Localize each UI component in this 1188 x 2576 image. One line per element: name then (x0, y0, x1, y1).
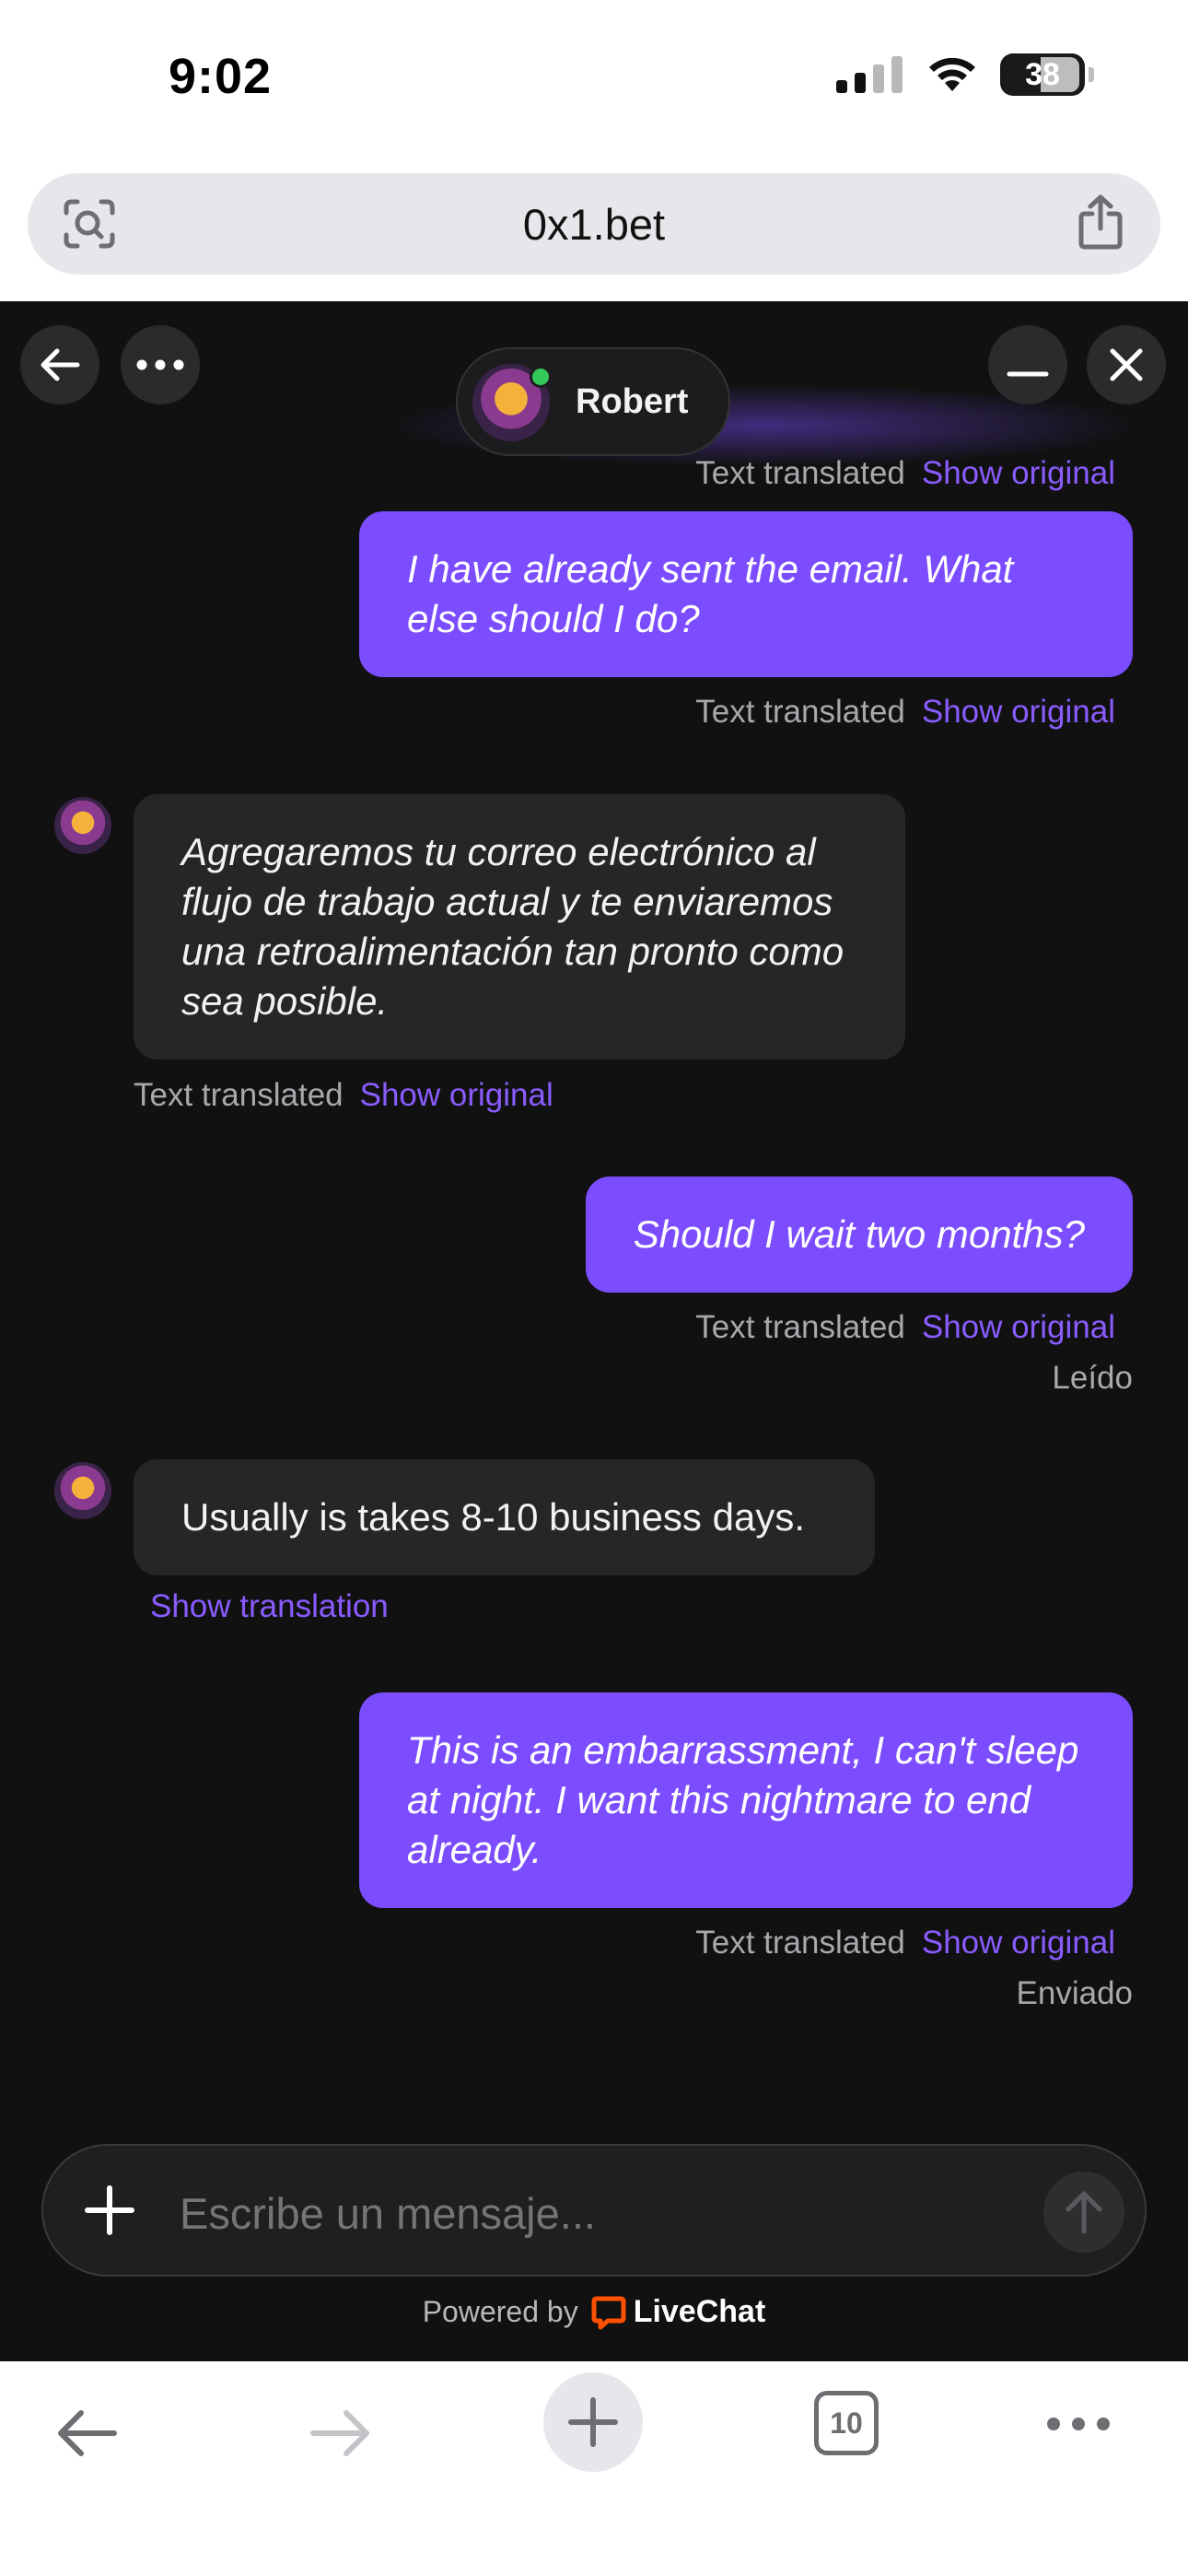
outgoing-message: This is an embarrassment, I can't sleep … (359, 1692, 1133, 1908)
back-button[interactable] (53, 2406, 120, 2461)
url-text[interactable]: 0x1.bet (28, 199, 1160, 250)
powered-by-label: Powered by (422, 2295, 578, 2328)
message-meta: Text translated Show original (695, 1925, 1115, 1961)
powered-by[interactable]: Powered by LiveChat (0, 2294, 1188, 2330)
show-original-link[interactable]: Show original (360, 1077, 553, 1113)
livechat-logo-icon (591, 2296, 626, 2329)
battery-level: 38 (1025, 56, 1060, 92)
show-original-link[interactable]: Show original (922, 455, 1115, 491)
chat-more-button[interactable] (121, 325, 200, 404)
message-meta: Text translated Show original (695, 455, 1115, 492)
send-arrow-icon (1066, 2191, 1102, 2234)
online-status-dot (530, 366, 552, 388)
address-bar[interactable]: 0x1.bet (28, 173, 1160, 275)
share-icon[interactable] (1077, 193, 1124, 251)
forward-button[interactable] (308, 2406, 374, 2461)
send-button[interactable] (1043, 2172, 1124, 2253)
show-original-link[interactable]: Show original (922, 694, 1115, 730)
show-original-link[interactable]: Show original (922, 1925, 1115, 1961)
back-arrow-icon (41, 348, 80, 381)
sent-status: Enviado (1016, 1975, 1133, 2011)
more-dots-icon (1047, 2418, 1110, 2430)
chat-back-button[interactable] (20, 325, 99, 404)
outgoing-message: I have already sent the email. What else… (359, 511, 1133, 677)
outgoing-message: Should I wait two months? (585, 1177, 1133, 1293)
tabs-button[interactable]: 10 (814, 2391, 879, 2455)
minimize-icon (1007, 371, 1049, 377)
message-meta: Text translated Show original (695, 694, 1115, 731)
translated-label: Text translated (695, 455, 905, 491)
livechat-logo: LiveChat (591, 2294, 766, 2330)
chat-minimize-button[interactable] (988, 325, 1067, 404)
agent-name: Robert (576, 382, 689, 421)
status-time: 9:02 (169, 49, 273, 104)
agent-avatar-small (54, 1462, 111, 1519)
new-tab-button[interactable] (543, 2372, 643, 2472)
livechat-brand: LiveChat (633, 2294, 766, 2329)
cellular-signal-icon (836, 56, 903, 93)
plus-icon (568, 2397, 618, 2447)
battery-icon: 38 (1000, 53, 1094, 96)
show-translation-link[interactable]: Show translation (150, 1588, 389, 1625)
translated-label: Text translated (134, 1077, 344, 1113)
status-icons: 38 (836, 53, 1094, 96)
more-menu-button[interactable] (1046, 2417, 1111, 2431)
show-original-link[interactable]: Show original (922, 1309, 1115, 1345)
browser-toolbar: 10 (0, 2361, 1188, 2576)
status-bar: 9:02 38 (0, 0, 1188, 157)
incoming-message: Agregaremos tu correo electrónico al flu… (134, 794, 905, 1060)
tabs-count: 10 (814, 2391, 879, 2455)
chat-widget: Robert Text translated Show original I ha… (0, 301, 1188, 2361)
message-input[interactable] (180, 2188, 990, 2239)
message-meta: Text translated Show original (695, 1309, 1115, 1346)
add-attachment-icon[interactable] (82, 2183, 137, 2238)
message-meta: Text translated Show original (134, 1077, 553, 1114)
agent-avatar-small (54, 797, 111, 854)
chat-close-button[interactable] (1087, 325, 1166, 404)
translated-label: Text translated (695, 1925, 905, 1961)
back-arrow-icon (58, 2410, 117, 2456)
translated-label: Text translated (695, 694, 905, 730)
message-composer (41, 2144, 1147, 2277)
agent-header[interactable]: Robert (456, 347, 730, 456)
more-dots-icon (136, 359, 184, 370)
forward-arrow-icon (310, 2410, 369, 2456)
translated-label: Text translated (695, 1309, 905, 1345)
wifi-icon (929, 57, 975, 91)
close-icon (1110, 348, 1143, 381)
incoming-message: Usually is takes 8-10 business days. (134, 1459, 875, 1575)
read-status: Leído (1052, 1360, 1133, 1396)
